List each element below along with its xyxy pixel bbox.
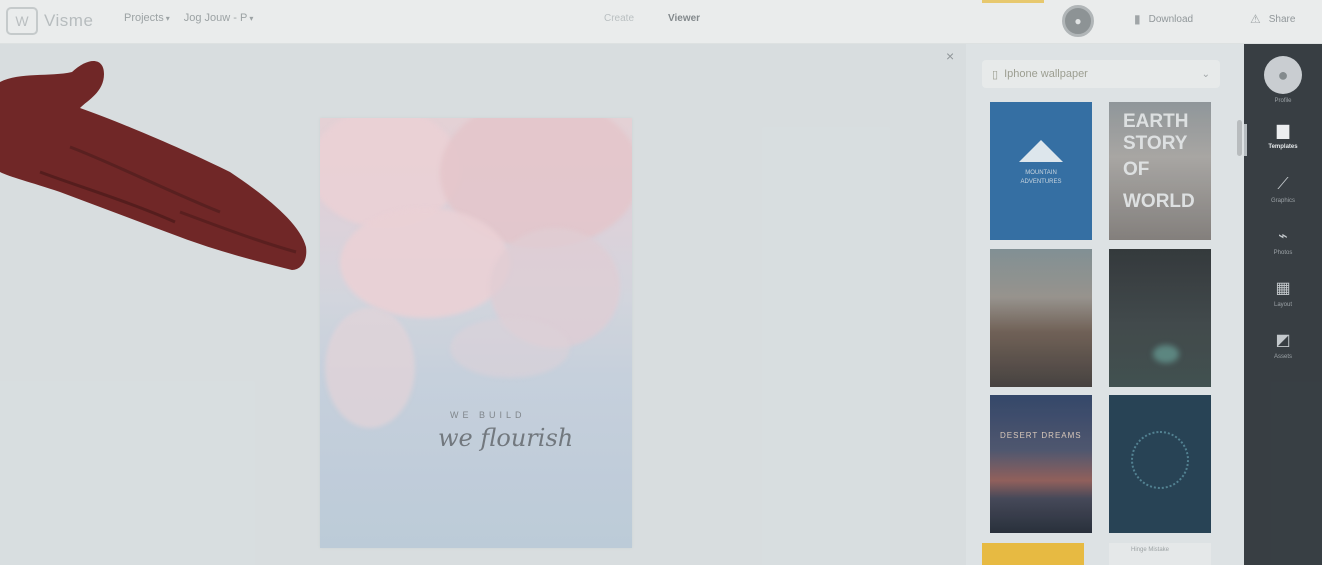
template-card[interactable] — [1109, 395, 1211, 533]
download-label: Download — [1148, 13, 1194, 25]
template-text: EARTH — [1123, 111, 1189, 132]
mountain-icon — [1019, 140, 1063, 162]
dropdown-label: Iphone wallpaper — [1004, 68, 1088, 80]
pattern-circle — [1131, 431, 1189, 489]
graphics-icon: ⟋ — [1277, 176, 1289, 193]
template-text: ADVENTURES — [1020, 179, 1062, 185]
sidebar-item-label: Profile — [1274, 98, 1292, 104]
close-icon[interactable]: × — [946, 48, 954, 64]
sidebar-item-profile[interactable]: ● Profile — [1244, 56, 1322, 104]
template-text: STORY — [1123, 133, 1188, 154]
poster-subtitle: WE BUILD — [450, 410, 526, 420]
phone-icon: ▯ — [992, 68, 999, 81]
template-text: Hinge Mistake — [1131, 547, 1170, 553]
sidebar-item-graphics[interactable]: ⟋ Graphics — [1244, 176, 1322, 204]
chevron-down-icon: ⌄ — [1201, 68, 1210, 80]
photos-icon: ⌁ — [1278, 228, 1288, 245]
download-button[interactable]: ▮ Download — [1134, 12, 1193, 26]
template-card[interactable]: DESERT DREAMS — [990, 395, 1092, 533]
share-icon: ⚠ — [1250, 12, 1261, 26]
blossom-shape — [450, 318, 570, 378]
panel-scrollbar[interactable] — [1237, 120, 1242, 156]
sidebar-item-label: Layout — [1273, 302, 1292, 308]
templates-icon: ▆ — [1276, 122, 1290, 139]
template-card[interactable]: Hinge Mistake — [1109, 543, 1211, 565]
template-text: OF — [1123, 159, 1150, 180]
template-card[interactable]: EARTH STORY OF WORLD — [1109, 102, 1211, 240]
template-category-select[interactable]: ▯ Iphone wallpaper ⌄ — [982, 60, 1220, 88]
sidebar-item-label: Templates — [1268, 144, 1298, 150]
user-icon: ● — [1074, 14, 1082, 28]
sidebar-item-assets[interactable]: ◩ Assets — [1244, 332, 1322, 360]
tab-create[interactable]: Create — [604, 13, 634, 24]
template-text: WORLD — [1123, 191, 1195, 212]
share-button[interactable]: ⚠ Share — [1250, 12, 1295, 26]
tab-viewer[interactable]: Viewer — [668, 13, 700, 24]
template-text: DESERT DREAMS — [1000, 431, 1082, 440]
logo-text: Visme — [44, 11, 94, 30]
share-label: Share — [1268, 13, 1296, 25]
poster-title: we flourish — [438, 424, 574, 452]
pointing-hand — [0, 60, 307, 270]
sidebar-item-label: Photos — [1273, 250, 1293, 256]
template-card[interactable] — [982, 543, 1084, 565]
sidebar-item-templates[interactable]: ▆ Templates — [1244, 122, 1322, 150]
sidebar-item-label: Assets — [1273, 354, 1292, 360]
project-menu: Projects ▾ Jog Jouw - P ▾ — [124, 12, 253, 24]
blossom-shape — [325, 308, 415, 428]
tent-glow — [1153, 345, 1179, 363]
sidebar-item-label: Graphics — [1270, 198, 1295, 204]
layout-icon: ▦ — [1275, 280, 1291, 297]
chevron-down-icon: ▾ — [165, 14, 170, 23]
sidebar-item-layout[interactable]: ▦ Layout — [1244, 280, 1322, 308]
logo-icon: W — [6, 7, 38, 35]
menu-project-name[interactable]: Jog Jouw - P ▾ — [184, 12, 254, 24]
chevron-down-icon: ▾ — [249, 14, 254, 23]
blossom-shape — [340, 208, 510, 318]
template-card[interactable]: MOUNTAIN ADVENTURES — [990, 102, 1092, 240]
side-nav: ● Profile ▆ Templates ⟋ Graphics ⌁ Photo… — [1244, 44, 1322, 565]
poster-canvas[interactable]: WE BUILD we flourish — [320, 118, 632, 548]
template-panel: ▯ Iphone wallpaper ⌄ MOUNTAIN ADVENTURES… — [966, 44, 1244, 565]
mode-tabs: Create Viewer — [604, 13, 700, 24]
assets-icon: ◩ — [1275, 332, 1291, 349]
download-icon: ▮ — [1134, 12, 1141, 26]
avatar-icon: ● — [1264, 56, 1302, 94]
app-logo[interactable]: W Visme — [6, 5, 96, 37]
template-text: MOUNTAIN — [1025, 170, 1057, 176]
sidebar-item-photos[interactable]: ⌁ Photos — [1244, 228, 1322, 256]
top-bar: W Visme Projects ▾ Jog Jouw - P ▾ Create V… — [0, 0, 1322, 44]
accent-bar — [982, 0, 1044, 3]
template-card[interactable] — [990, 249, 1092, 387]
menu-projects[interactable]: Projects ▾ — [124, 12, 170, 24]
user-avatar[interactable]: ● — [1062, 5, 1094, 37]
template-card[interactable] — [1109, 249, 1211, 387]
